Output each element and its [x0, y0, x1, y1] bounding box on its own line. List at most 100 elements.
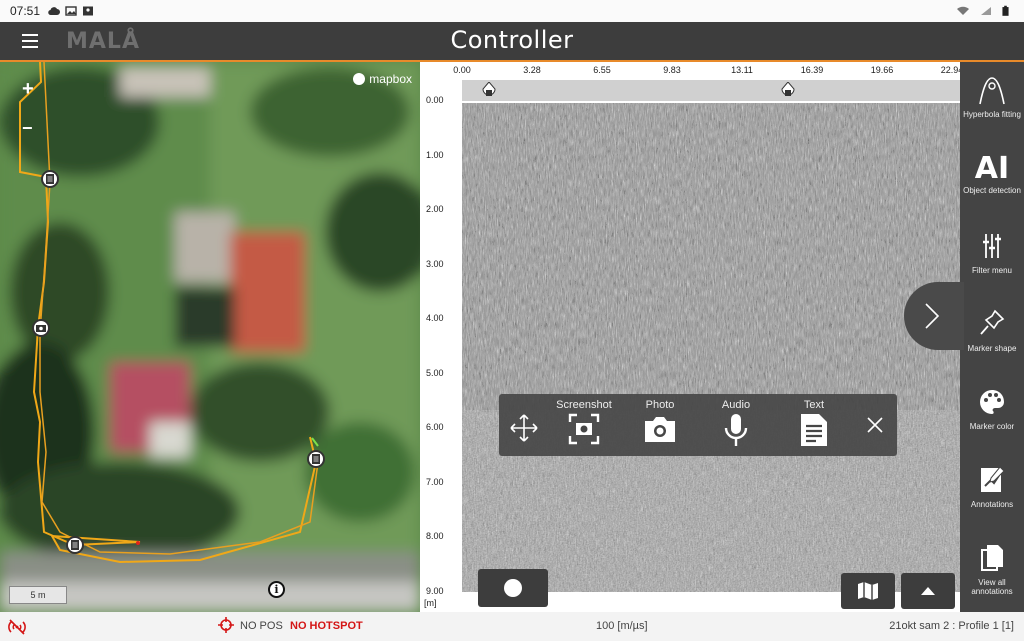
- tool-ai[interactable]: AI Object detection: [960, 140, 1024, 218]
- profile-name: 21okt sam 2 : Profile 1 [1]: [889, 620, 1014, 632]
- photo-button[interactable]: Photo: [627, 394, 693, 456]
- move-arrows-icon: [510, 414, 538, 442]
- distance-tick-label: 16.39: [800, 65, 824, 75]
- text-label: Text: [803, 399, 825, 411]
- expand-panel-button[interactable]: [904, 282, 964, 350]
- tool-label: Annotations: [970, 500, 1014, 509]
- camera-icon: [645, 417, 675, 442]
- depth-tick-label: 6.00: [426, 422, 444, 432]
- photo-label: Photo: [645, 399, 675, 411]
- velocity-readout[interactable]: 100 [m/µs]: [596, 620, 648, 632]
- battery-icon: [1002, 5, 1009, 16]
- record-button[interactable]: [478, 569, 548, 607]
- distance-tick-label: 19.66: [870, 65, 894, 75]
- gps-off-icon[interactable]: [8, 618, 26, 636]
- distance-tick-label: 6.55: [593, 65, 611, 75]
- tool-label: Object detection: [963, 186, 1021, 195]
- signal-icon: [981, 7, 991, 15]
- move-toolbar-handle[interactable]: [503, 394, 545, 456]
- ai-icon: AI: [974, 151, 1010, 186]
- pin-icon: [980, 309, 1005, 335]
- zoom-out-button[interactable]: −: [22, 118, 33, 139]
- depth-tick-label: 9.00: [426, 585, 444, 596]
- camera-icon: [36, 325, 46, 332]
- document-icon: [312, 454, 320, 464]
- document-icon: [71, 540, 79, 550]
- map-imagery: [0, 62, 420, 612]
- distance-tick-label: 0.00: [453, 65, 471, 75]
- gallery-icon: [65, 6, 77, 16]
- map-text-marker[interactable]: [66, 536, 84, 554]
- tool-palette[interactable]: Marker color: [960, 374, 1024, 452]
- hotspot-status: NO HOTSPOT: [290, 620, 363, 632]
- document-icon: [801, 414, 827, 446]
- record-dot-icon: [504, 579, 522, 597]
- annotation-icon: [981, 466, 1005, 492]
- position-status: NO POS: [240, 620, 283, 632]
- tool-copy[interactable]: View all annotations: [960, 530, 1024, 608]
- bottom-status-bar: NO POS NO HOTSPOT 100 [m/µs] 21okt sam 2…: [0, 612, 1024, 641]
- map-text-marker[interactable]: [307, 450, 325, 468]
- app-header: MALÅ Controller: [0, 22, 1024, 62]
- depth-tick-label: 0.00: [426, 95, 444, 105]
- expand-up-button[interactable]: [901, 573, 955, 609]
- map-scale-bar: 5 m: [9, 586, 67, 604]
- screenshot-icon: [568, 413, 600, 445]
- copy-icon: [981, 545, 1003, 571]
- depth-tick-label: 4.00: [426, 313, 444, 323]
- system-status-bar: 07:51: [0, 0, 1024, 22]
- depth-tick-label: 5.00: [426, 367, 444, 378]
- radargram-text-marker[interactable]: [482, 82, 496, 100]
- radargram-text-marker[interactable]: [781, 82, 795, 100]
- chevron-right-icon: [925, 303, 940, 329]
- distance-tick-label: 3.28: [523, 65, 541, 75]
- depth-tick-label: 8.00: [426, 531, 444, 541]
- tool-label: Hyperbola fitting: [963, 110, 1021, 119]
- radargram-image: [462, 80, 960, 592]
- audio-button[interactable]: Audio: [705, 394, 767, 456]
- distance-axis: 0.00 3.28 6.55 9.83 13.11 16.39 19.66 22.94: [453, 62, 963, 80]
- tool-annotation[interactable]: Annotations: [960, 452, 1024, 530]
- cloud-icon: [48, 7, 61, 16]
- app-root: 07:51 MALÅ Controller + − mapbox 5 m i 0…: [0, 0, 1024, 641]
- mapbox-attribution[interactable]: mapbox: [353, 72, 412, 86]
- map-photo-marker[interactable]: [32, 319, 50, 337]
- tool-label: Marker shape: [967, 344, 1017, 353]
- tool-hyperbola[interactable]: Hyperbola fitting: [960, 62, 1024, 140]
- page-title: Controller: [450, 26, 574, 54]
- crosshair-icon: [218, 617, 234, 633]
- document-icon: [46, 174, 54, 184]
- info-icon[interactable]: i: [268, 581, 285, 598]
- text-note-button[interactable]: Text: [781, 394, 847, 456]
- screenshot-label: Screenshot: [556, 399, 612, 411]
- map-toggle-button[interactable]: [841, 573, 895, 609]
- tool-label: View all annotations: [971, 578, 1013, 596]
- depth-tick-label: 7.00: [426, 476, 444, 487]
- distance-tick-label: 13.11: [731, 65, 753, 75]
- mapbox-logo-icon: [353, 73, 366, 85]
- tool-pin[interactable]: Marker shape: [960, 296, 1024, 374]
- depth-tick-label: 2.00: [426, 204, 444, 214]
- palette-icon: [980, 390, 1004, 414]
- tool-label: Filter menu: [971, 266, 1012, 275]
- screenshot-button[interactable]: Screenshot: [549, 394, 619, 456]
- filter-icon: [983, 234, 1001, 258]
- mapbox-label: mapbox: [369, 72, 412, 86]
- wifi-icon: [957, 6, 969, 15]
- depth-unit-label: [m]: [424, 598, 437, 608]
- satellite-map[interactable]: + − mapbox 5 m i: [0, 62, 420, 612]
- microphone-icon: [724, 414, 748, 446]
- zoom-in-button[interactable]: +: [22, 78, 34, 101]
- tool-filter[interactable]: Filter menu: [960, 218, 1024, 296]
- radargram-plot[interactable]: [462, 80, 960, 592]
- close-toolbar-button[interactable]: [857, 394, 893, 456]
- depth-tick-label: 3.00: [426, 258, 444, 269]
- map-icon: [858, 582, 878, 600]
- tool-label: Marker color: [969, 422, 1015, 431]
- tool-panel: Hyperbola fitting AI Object detection Filte…: [960, 62, 1024, 612]
- hyperbola-icon: [979, 77, 1005, 105]
- map-text-marker[interactable]: [41, 170, 59, 188]
- depth-tick-label: 1.00: [426, 149, 444, 160]
- audio-label: Audio: [721, 399, 751, 411]
- distance-tick-label: 9.83: [663, 65, 681, 75]
